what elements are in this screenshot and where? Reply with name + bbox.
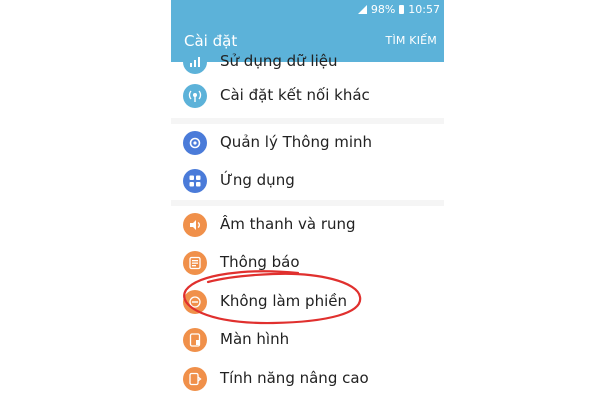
settings-item-label: Âm thanh và rung — [220, 215, 356, 233]
settings-item-advanced-features[interactable]: Tính năng nâng cao — [171, 360, 444, 398]
settings-item-label: Ứng dụng — [220, 171, 295, 189]
status-bar: 98% 10:57 — [171, 0, 444, 20]
settings-item-label: Màn hình — [220, 330, 290, 348]
settings-item-label: Quản lý Thông minh — [220, 133, 373, 151]
settings-item-sound[interactable]: Âm thanh và rung — [171, 206, 444, 244]
settings-item-smart-manager[interactable]: Quản lý Thông minh — [171, 124, 444, 162]
settings-item-label: Sử dụng dữ liệu — [220, 52, 338, 70]
smart-manager-icon — [183, 131, 207, 155]
apps-grid-icon — [183, 169, 207, 193]
settings-group-personal: Âm thanh và rung Thông báo Không làm phi… — [171, 206, 444, 400]
settings-item-label: Cài đặt kết nối khác — [220, 86, 370, 104]
settings-item-label: Không làm phiền — [220, 292, 347, 310]
advanced-features-icon — [183, 367, 207, 391]
notification-icon — [183, 251, 207, 275]
settings-item-data-usage[interactable]: Sử dụng dữ liệu — [171, 43, 444, 81]
settings-item-apps[interactable]: Ứng dụng — [171, 162, 444, 200]
clock: 10:57 — [408, 3, 440, 16]
connection-settings-icon — [183, 84, 207, 108]
speaker-icon — [183, 213, 207, 237]
display-icon — [183, 328, 207, 352]
do-not-disturb-icon — [183, 290, 207, 314]
settings-item-notifications[interactable]: Thông báo — [171, 244, 444, 282]
battery-icon — [399, 5, 405, 14]
settings-item-do-not-disturb[interactable]: Không làm phiền — [171, 283, 444, 321]
settings-screen: 98% 10:57 Cài đặt TÌM KIẾM Sử dụng dữ li… — [171, 0, 444, 400]
settings-item-label: Thông báo — [220, 253, 300, 271]
settings-item-label: Tính năng nâng cao — [220, 369, 369, 387]
settings-item-other-connections[interactable]: Cài đặt kết nối khác — [171, 77, 444, 115]
settings-item-display[interactable]: Màn hình — [171, 321, 444, 359]
signal-icon — [357, 5, 367, 14]
settings-group-connections: Sử dụng dữ liệu Cài đặt kết nối khác — [171, 50, 444, 118]
settings-group-device: Quản lý Thông minh Ứng dụng — [171, 124, 444, 200]
battery-percent: 98% — [370, 3, 396, 16]
data-usage-icon — [183, 50, 207, 74]
